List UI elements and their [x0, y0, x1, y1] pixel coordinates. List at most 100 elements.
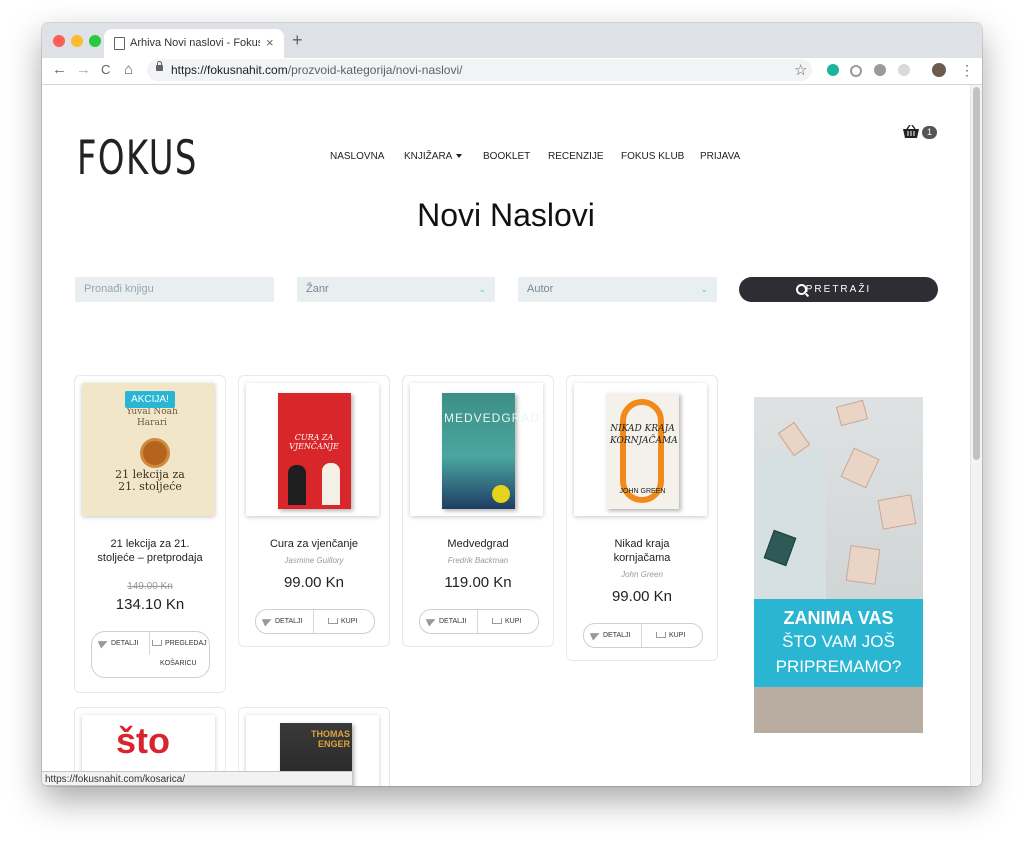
cover-author: THOMAS ENGER	[311, 729, 350, 749]
banner-text-band: ZANIMA VAS ŠTO VAM JOŠ PRIPREMAMO?	[754, 599, 923, 687]
banner-line2: ŠTO VAM JOŠ	[782, 632, 895, 651]
cover-art: CURA ZA VJENČANJE	[278, 393, 351, 509]
cover-title: NIKAD KRAJA KORNJAČAMA	[610, 424, 678, 446]
buy-button-label: KUPI	[669, 632, 686, 639]
extension-ghost-icon[interactable]	[874, 64, 886, 76]
details-button[interactable]: DETALJI	[97, 632, 139, 655]
book-cover-image[interactable]: AKCIJA! Yuval Noah Harari 21 lekcija za …	[82, 383, 215, 516]
paper-plane-icon	[589, 629, 602, 641]
buy-button[interactable]: KUPI	[492, 610, 521, 633]
buy-button[interactable]: KUPI	[656, 624, 685, 647]
product-title-line2[interactable]: stoljeće – pretprodaja	[75, 551, 225, 565]
page-scrollbar[interactable]	[970, 85, 982, 786]
product-title-line1[interactable]: 21 lekcija za 21.	[75, 537, 225, 551]
nav-naslovna[interactable]: NASLOVNA	[330, 151, 384, 162]
zoom-window-button[interactable]	[89, 35, 101, 47]
product-author[interactable]: Jasmine Guillory	[239, 556, 389, 565]
chess-piece-light	[322, 463, 340, 505]
nav-recenzije[interactable]: RECENZIJE	[548, 151, 604, 162]
product-author[interactable]: John Green	[567, 570, 717, 579]
cover-author: JOHN GREEN	[619, 488, 666, 495]
product-card: AKCIJA! Yuval Noah Harari 21 lekcija za …	[74, 375, 226, 693]
cover-title: 21 lekcija za 21. stoljeće	[115, 468, 185, 493]
forward-button[interactable]: →	[76, 61, 91, 78]
product-actions: DETALJI PREGLEDAJ KOŠARICU	[91, 631, 210, 678]
view-cart-label-line2[interactable]: KOŠARICU	[160, 652, 197, 675]
paper-plane-icon	[261, 615, 274, 627]
product-actions: DETALJI KUPI	[419, 609, 539, 634]
nav-fokus-klub[interactable]: FOKUS KLUB	[621, 151, 684, 162]
search-input[interactable]: Pronađi knjigu	[75, 277, 274, 302]
product-title[interactable]: Medvedgrad	[403, 537, 553, 551]
reload-button[interactable]: C	[101, 62, 110, 77]
extension-arrow-icon[interactable]	[898, 64, 910, 76]
new-tab-button[interactable]: +	[292, 30, 303, 51]
extension-green-icon[interactable]	[827, 64, 839, 76]
product-title-line1[interactable]: Nikad kraja	[567, 537, 717, 551]
url-path: /prozvoid-kategorija/novi-naslovi/	[287, 63, 463, 77]
promo-banner[interactable]: ZANIMA VAS ŠTO VAM JOŠ PRIPREMAMO?	[754, 397, 923, 733]
nav-prijava[interactable]: PRIJAVA	[700, 151, 740, 162]
buy-button[interactable]: KUPI	[328, 610, 357, 633]
back-button[interactable]: ←	[52, 61, 67, 78]
banner-book-pages	[754, 687, 923, 733]
tab-close-icon[interactable]: ×	[266, 35, 274, 50]
page-title: Novi Naslovi	[417, 197, 595, 233]
details-button-label: DETALJI	[111, 640, 139, 647]
browser-tab[interactable]: Arhiva Novi naslovi - FokusNahit ×	[104, 29, 284, 58]
book-cover-image[interactable]: NIKAD KRAJA KORNJAČAMA JOHN GREEN	[574, 383, 707, 516]
details-button-label: DETALJI	[603, 632, 631, 639]
book-cover-image[interactable]: MEDVEDGRAD	[410, 383, 543, 516]
address-bar[interactable]: https://fokusnahit.com/prozvoid-kategori…	[147, 59, 812, 81]
button-divider	[641, 624, 642, 647]
product-title-line2[interactable]: kornjačama	[567, 551, 717, 565]
nav-booklet[interactable]: BOOKLET	[483, 151, 530, 162]
close-window-button[interactable]	[53, 35, 65, 47]
paper-plane-icon	[97, 637, 110, 649]
extension-circle-icon[interactable]	[850, 65, 862, 77]
button-divider	[149, 632, 150, 655]
scrollbar-thumb[interactable]	[973, 87, 980, 460]
status-bar-url: https://fokusnahit.com/kosarica/	[42, 771, 353, 786]
basket-icon[interactable]	[902, 125, 920, 139]
cover-title: MEDVEDGRAD	[444, 411, 541, 425]
product-author[interactable]: Fredrik Backman	[403, 556, 553, 565]
author-select[interactable]: Autor ⌄	[518, 277, 717, 302]
product-price: 99.00 Kn	[611, 588, 673, 605]
nav-knjizara[interactable]: KNJIŽARA	[404, 151, 463, 162]
tab-title: Arhiva Novi naslovi - FokusNahit	[130, 37, 260, 49]
flying-book	[840, 447, 880, 489]
book-cover-image[interactable]: CURA ZA VJENČANJE	[246, 383, 379, 516]
chevron-down-icon: ⌄	[700, 284, 708, 294]
cover-sticker	[492, 485, 510, 503]
flying-book	[877, 494, 917, 530]
product-title[interactable]: Cura za vjenčanje	[239, 537, 389, 551]
search-button[interactable]: PRETRAŽI	[739, 277, 938, 302]
page-icon	[114, 37, 125, 50]
buy-button-label: KUPI	[505, 618, 522, 625]
minimize-window-button[interactable]	[71, 35, 83, 47]
browser-menu-icon[interactable]: ⋮	[960, 62, 974, 79]
details-button-label: DETALJI	[275, 618, 303, 625]
bookmark-star-icon[interactable]: ☆	[794, 61, 807, 79]
cart-icon	[328, 618, 338, 625]
home-button[interactable]: ⌂	[124, 61, 133, 78]
details-button[interactable]: DETALJI	[261, 610, 303, 633]
flying-book	[835, 399, 869, 427]
flying-book	[845, 545, 881, 585]
genre-select[interactable]: Žanr ⌄	[297, 277, 495, 302]
site-logo[interactable]: FOKUS	[77, 135, 198, 182]
product-card: MEDVEDGRAD Medvedgrad Fredrik Backman 11…	[402, 375, 554, 647]
cart-icon	[656, 632, 666, 639]
details-button[interactable]: DETALJI	[589, 624, 631, 647]
web-page: FOKUS NASLOVNA KNJIŽARA BOOKLET RECENZIJ…	[42, 85, 970, 786]
cover-title: CURA ZA VJENČANJE	[289, 433, 339, 451]
profile-avatar[interactable]	[932, 63, 946, 77]
product-card: NIKAD KRAJA KORNJAČAMA JOHN GREEN Nikad …	[566, 375, 718, 661]
details-button[interactable]: DETALJI	[425, 610, 467, 633]
product-price: 99.00 Kn	[283, 574, 345, 591]
paper-plane-icon	[425, 615, 438, 627]
banner-book-spine	[754, 452, 826, 602]
cart-count-badge: 1	[922, 126, 937, 139]
button-divider	[477, 610, 478, 633]
